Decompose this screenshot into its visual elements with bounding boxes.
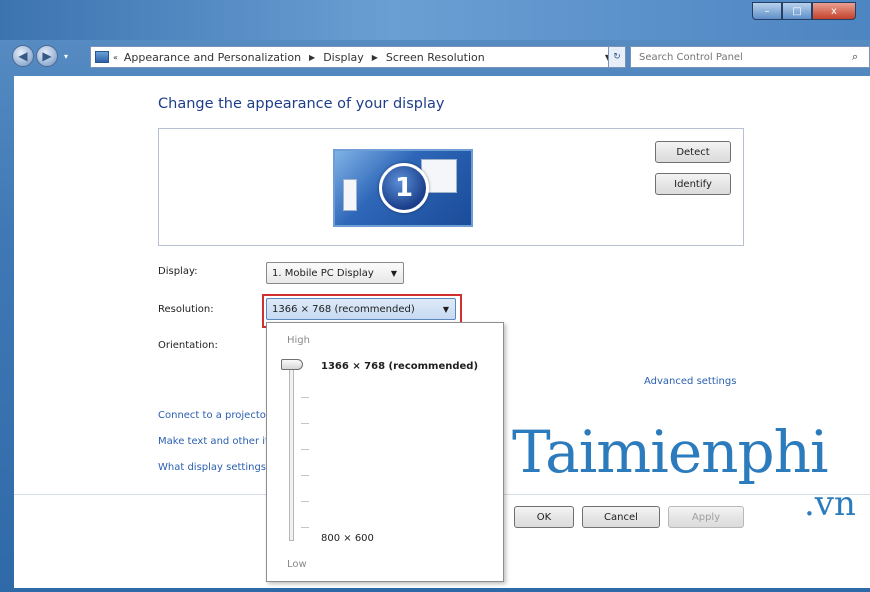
- identify-button[interactable]: Identify: [655, 173, 731, 195]
- apply-button[interactable]: Apply: [668, 506, 744, 528]
- resolution-dropdown-popup: High 1366 × 768 (recommended) 800 × 600 …: [266, 322, 504, 582]
- display-select-value: 1. Mobile PC Display: [272, 267, 374, 279]
- detect-button[interactable]: Detect: [655, 141, 731, 163]
- watermark-suffix: .vn: [804, 484, 856, 524]
- cancel-button[interactable]: Cancel: [582, 506, 660, 528]
- title-bar: – □ x: [0, 0, 870, 40]
- forward-arrow-icon: ▶: [42, 49, 52, 63]
- monitor-number-badge: 1: [379, 163, 429, 213]
- recent-pages-icon[interactable]: ▾: [64, 52, 68, 61]
- display-settings-help-link[interactable]: What display settings should I choose?: [158, 462, 266, 473]
- display-label: Display:: [158, 266, 198, 277]
- slider-tick: [301, 449, 309, 450]
- resolution-select[interactable]: 1366 × 768 (recommended) ▼: [266, 298, 456, 320]
- watermark-text: Taimienphi: [512, 418, 829, 486]
- search-icon[interactable]: ⌕: [852, 50, 858, 64]
- maximize-button[interactable]: □: [782, 2, 812, 20]
- window-frame: – □ x ◀ ▶ ▾ « Appearance and Personaliza…: [0, 0, 870, 592]
- display-select[interactable]: 1. Mobile PC Display ▼: [266, 262, 404, 284]
- breadcrumb-screen-resolution[interactable]: Screen Resolution: [386, 51, 485, 64]
- slider-tick: [301, 423, 309, 424]
- breadcrumb-appearance[interactable]: Appearance and Personalization: [124, 51, 301, 64]
- navigation-bar: ◀ ▶ ▾ « Appearance and Personalization ▶…: [12, 42, 870, 72]
- chevron-down-icon: ▼: [390, 268, 397, 278]
- breadcrumb-separator-icon: ▶: [309, 52, 316, 62]
- forward-button[interactable]: ▶: [36, 45, 58, 67]
- ok-button[interactable]: OK: [514, 506, 574, 528]
- search-input[interactable]: [630, 46, 870, 68]
- advanced-settings-link[interactable]: Advanced settings: [644, 376, 736, 387]
- minimize-button[interactable]: –: [752, 2, 782, 20]
- address-bar[interactable]: « Appearance and Personalization ▶ Displ…: [90, 46, 618, 68]
- close-button[interactable]: x: [812, 2, 856, 20]
- resolution-select-value: 1366 × 768 (recommended): [272, 303, 415, 315]
- breadcrumb-display[interactable]: Display: [323, 51, 364, 64]
- bottom-resolution-option[interactable]: 800 × 600: [321, 533, 374, 544]
- control-panel-icon: [95, 51, 109, 63]
- window-controls: – □ x: [752, 2, 856, 20]
- page-title: Change the appearance of your display: [158, 96, 445, 112]
- refresh-icon: ↻: [613, 52, 621, 62]
- breadcrumb-overflow-icon: «: [113, 52, 118, 62]
- text-size-link[interactable]: Make text and other items larger or smal…: [158, 436, 266, 447]
- chevron-down-icon: ▼: [442, 304, 449, 314]
- resolution-label: Resolution:: [158, 304, 214, 315]
- refresh-button[interactable]: ↻: [608, 46, 626, 68]
- top-resolution-option[interactable]: 1366 × 768 (recommended): [321, 361, 478, 372]
- slider-tick: [301, 527, 309, 528]
- slider-tick: [301, 397, 309, 398]
- resolution-slider-track[interactable]: [289, 365, 294, 541]
- display-preview-panel: 1 Detect Identify: [158, 128, 744, 246]
- preview-window-icon: [343, 179, 357, 211]
- orientation-label: Orientation:: [158, 340, 218, 351]
- slider-tick: [301, 501, 309, 502]
- back-arrow-icon: ◀: [18, 49, 28, 63]
- low-label: Low: [287, 559, 307, 570]
- back-button[interactable]: ◀: [12, 45, 34, 67]
- connect-projector-link[interactable]: Connect to a projector: [158, 410, 266, 421]
- breadcrumb-separator-icon: ▶: [371, 52, 378, 62]
- slider-tick: [301, 475, 309, 476]
- high-label: High: [287, 335, 310, 346]
- monitor-1-preview[interactable]: 1: [333, 149, 473, 227]
- resolution-slider-thumb[interactable]: [281, 359, 303, 370]
